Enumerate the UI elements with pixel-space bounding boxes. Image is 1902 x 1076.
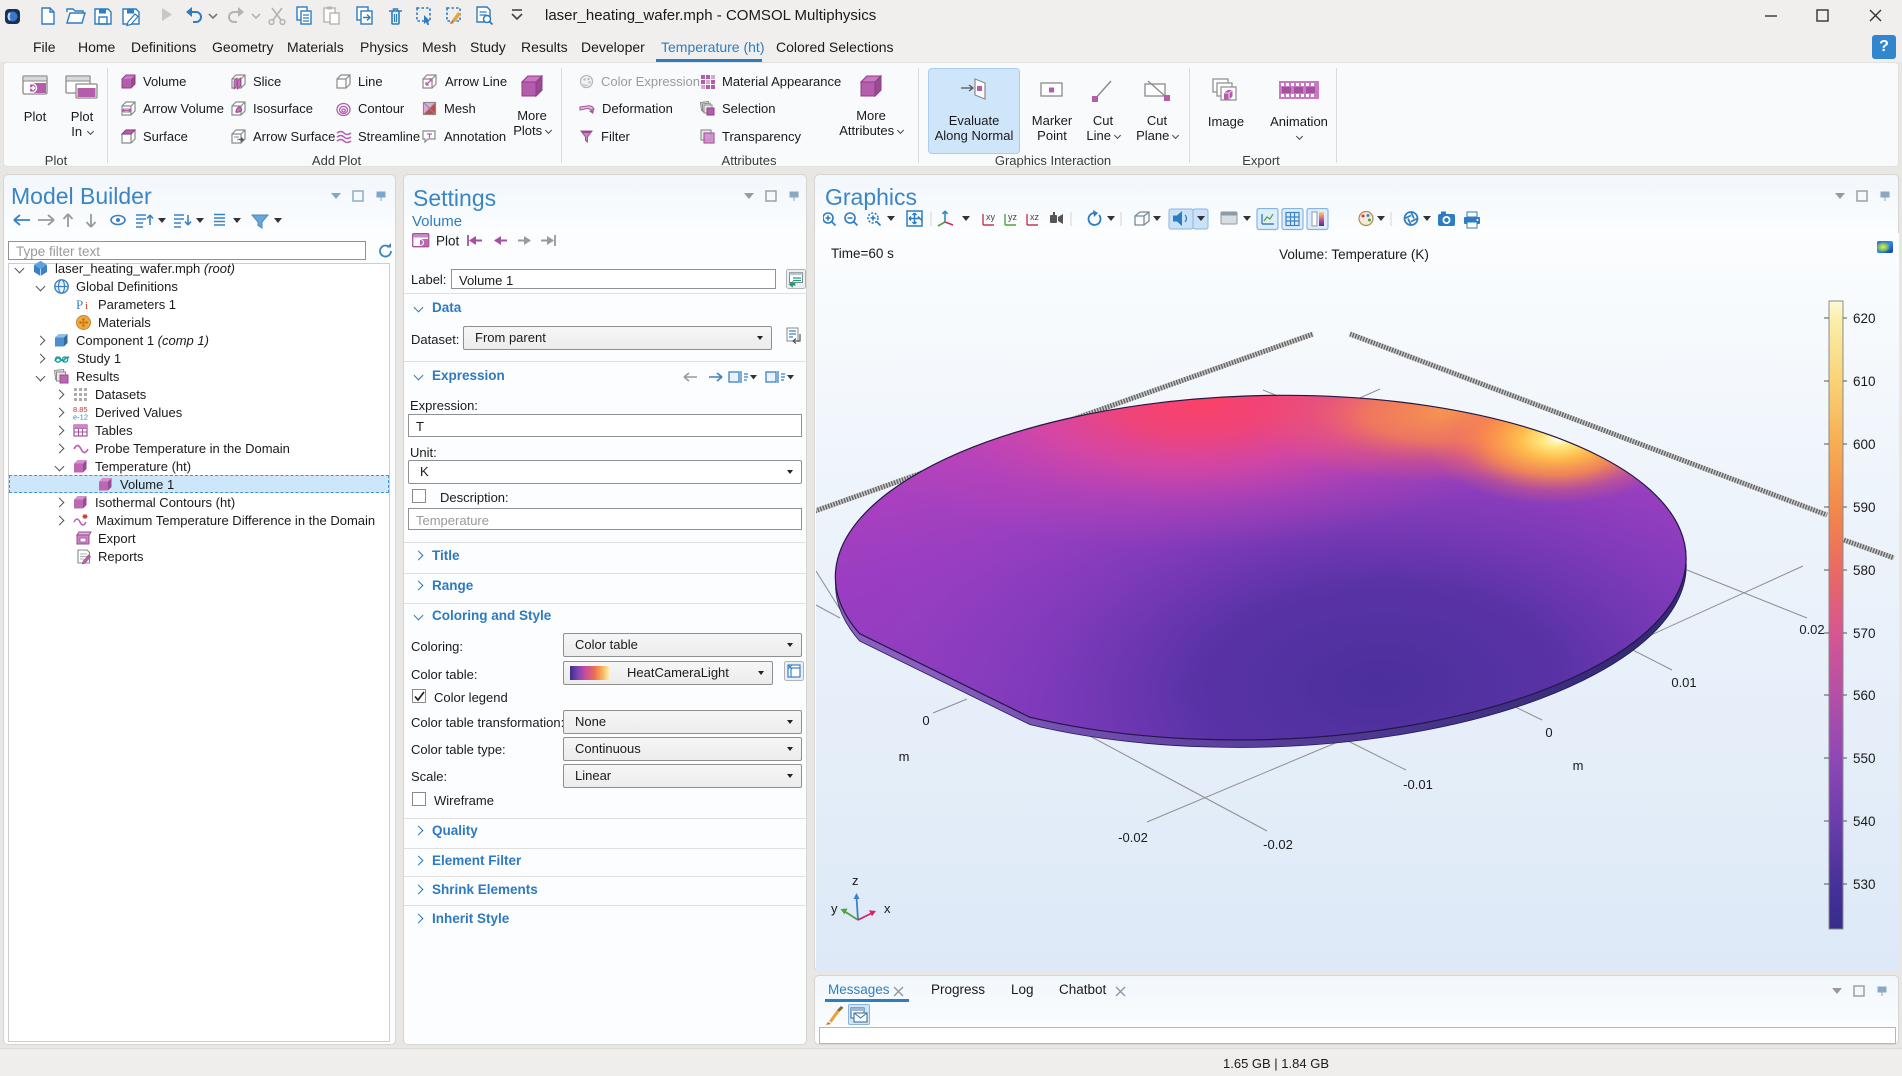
svg-text:600: 600 — [1853, 437, 1876, 452]
svg-text:580: 580 — [1853, 563, 1876, 578]
svg-text:Volume: Temperature (K): Volume: Temperature (K) — [1279, 247, 1429, 262]
svg-text:e-12: e-12 — [73, 412, 88, 421]
svg-text:i: i — [85, 300, 88, 312]
svg-text:610: 610 — [1853, 374, 1876, 389]
svg-text:-0.02: -0.02 — [1118, 830, 1148, 845]
svg-text:530: 530 — [1853, 877, 1876, 892]
svg-text:Time=60 s: Time=60 s — [831, 246, 894, 261]
svg-text:0: 0 — [922, 713, 929, 728]
svg-text:y: y — [831, 901, 838, 916]
svg-text:540: 540 — [1853, 814, 1876, 829]
svg-text:0.02: 0.02 — [1799, 622, 1824, 637]
svg-text:570: 570 — [1853, 626, 1876, 641]
svg-text:0: 0 — [1545, 725, 1552, 740]
svg-text:620: 620 — [1853, 311, 1876, 326]
svg-text:-0.02: -0.02 — [1263, 837, 1293, 852]
svg-text:m: m — [899, 749, 910, 764]
svg-text:560: 560 — [1853, 688, 1876, 703]
svg-text:z: z — [852, 873, 859, 888]
svg-text:xz: xz — [1030, 212, 1040, 222]
svg-text:Plot: Plot — [436, 234, 460, 249]
svg-text:P: P — [76, 297, 83, 312]
svg-text:550: 550 — [1853, 751, 1876, 766]
svg-text:xy: xy — [986, 212, 996, 222]
svg-text:x: x — [884, 901, 891, 916]
svg-text:m: m — [1573, 758, 1584, 773]
svg-text:590: 590 — [1853, 500, 1876, 515]
svg-text:-0.01: -0.01 — [1403, 777, 1433, 792]
svg-text:0.01: 0.01 — [1671, 675, 1696, 690]
svg-text:yz: yz — [1008, 212, 1018, 222]
